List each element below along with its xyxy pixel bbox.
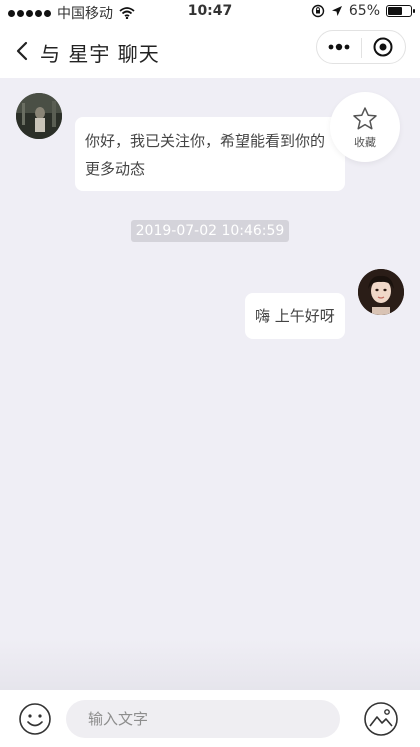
mini-program-capsule	[316, 30, 406, 64]
location-arrow-icon	[331, 6, 342, 16]
avatar-photo	[16, 93, 62, 139]
message-bubble-outgoing: 嗨 上午好呀	[245, 293, 345, 339]
more-dots-icon	[328, 43, 350, 51]
smiley-icon[interactable]	[18, 702, 52, 736]
avatar-photo-me	[358, 269, 404, 315]
chevron-left-icon[interactable]	[12, 37, 36, 65]
status-bar: 中国移动 10:47 65%	[0, 0, 420, 24]
star-icon	[353, 106, 377, 129]
favorite-button[interactable]: 收藏	[330, 92, 400, 162]
favorite-label: 收藏	[354, 135, 376, 149]
close-button[interactable]	[361, 31, 405, 63]
input-bar	[0, 690, 420, 747]
avatar-xingyu[interactable]	[16, 93, 62, 139]
page-title: 与 星宇 聊天	[40, 42, 160, 66]
status-right: 65%	[311, 3, 415, 19]
message-timestamp: 2019-07-02 10:46:59	[131, 220, 289, 242]
avatar-me[interactable]	[358, 269, 404, 315]
target-circle-icon	[373, 37, 393, 57]
battery-icon	[386, 5, 415, 17]
message-bubble-incoming: 你好，我已关注你，希望能看到你的更多动态	[75, 117, 345, 191]
nav-bar: 与 星宇 聊天	[0, 24, 420, 78]
image-picture-icon[interactable]	[363, 701, 399, 737]
battery-percent: 65%	[348, 3, 380, 19]
bottom-fade	[0, 640, 420, 690]
orientation-lock-icon	[311, 4, 325, 18]
more-button[interactable]	[317, 31, 361, 63]
message-input[interactable]	[66, 700, 340, 738]
